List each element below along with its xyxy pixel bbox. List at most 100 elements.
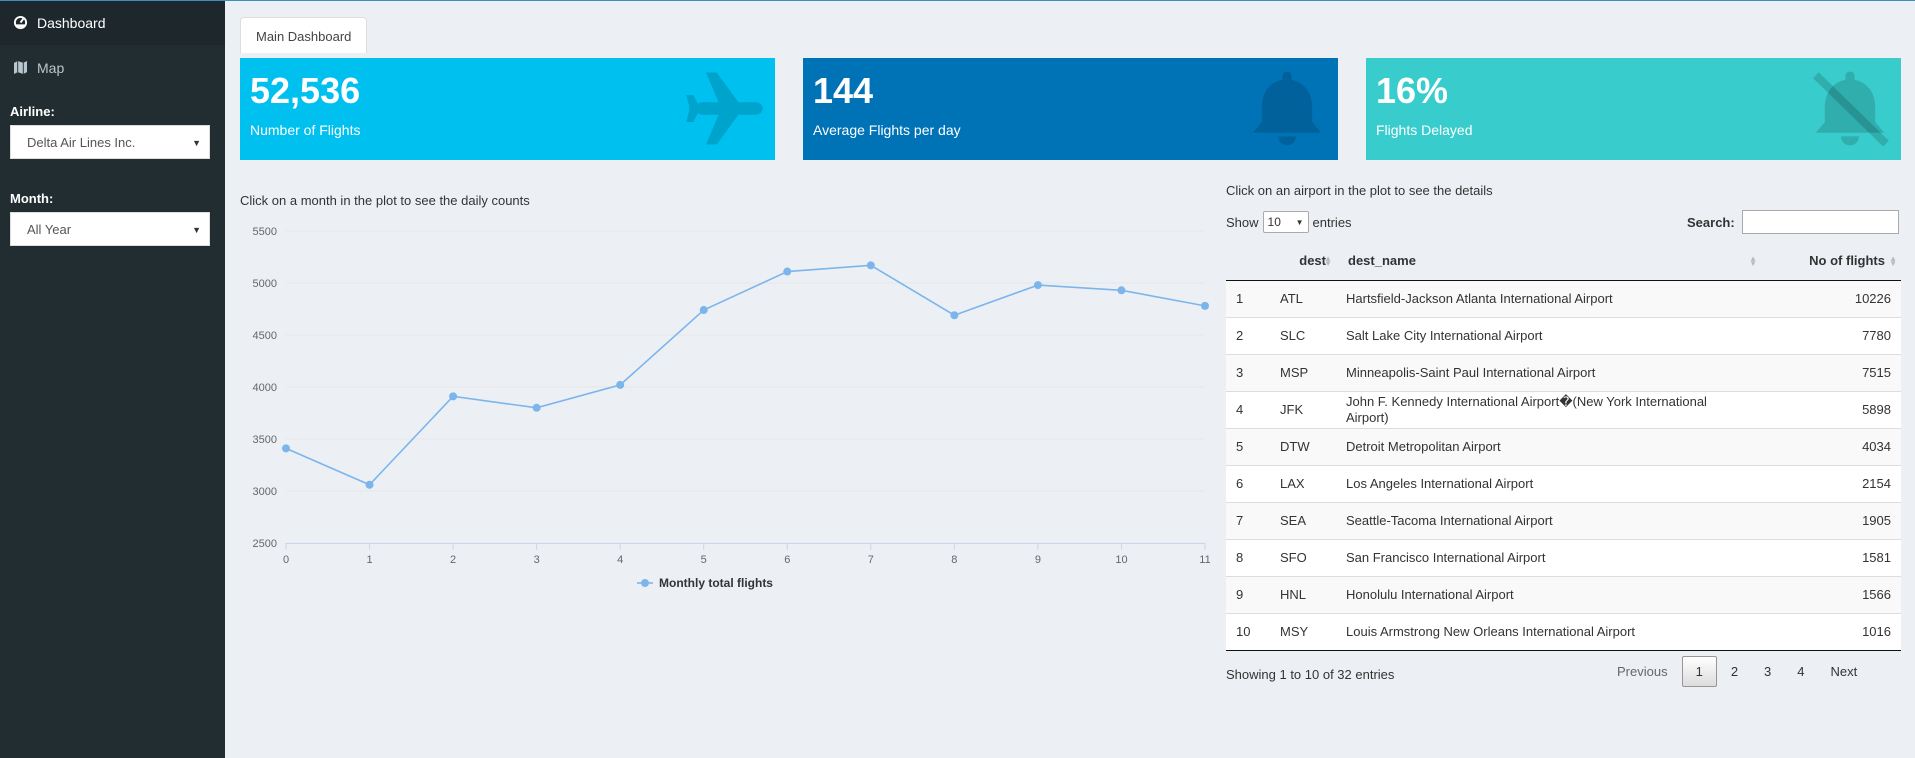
dashboard-icon <box>12 15 28 31</box>
table-row[interactable]: 1 ATL Hartsfield-Jackson Atlanta Internati… <box>1226 279 1901 317</box>
table-row[interactable]: 6 LAX Los Angeles International Airport 215… <box>1226 464 1901 502</box>
x-tick-label: 5 <box>701 554 707 566</box>
value-box-avg-per-day: 144 Average Flights per day <box>803 58 1338 160</box>
data-point[interactable] <box>783 267 792 276</box>
x-tick-label: 2 <box>450 554 456 566</box>
cell-dest: SFO <box>1270 538 1336 576</box>
table-row[interactable]: 10 MSY Louis Armstrong New Orleans Interna… <box>1226 612 1901 651</box>
y-tick-label: 4000 <box>253 382 277 394</box>
cell-dest-name: Hartsfield-Jackson Atlanta International… <box>1336 279 1761 317</box>
show-label: Show <box>1226 214 1259 230</box>
search-input[interactable] <box>1741 210 1899 234</box>
value-box-delayed: 16% Flights Delayed <box>1366 58 1901 160</box>
value-box-value: 52,536 <box>250 70 361 111</box>
table-info: Showing 1 to 10 of 32 entries <box>1226 667 1395 682</box>
y-tick-label: 3500 <box>253 434 277 446</box>
x-tick-label: 0 <box>283 554 289 566</box>
cell-no-of-flights: 4034 <box>1761 427 1901 465</box>
legend-label: Monthly total flights <box>659 576 773 590</box>
value-box-subtitle: Flights Delayed <box>1376 122 1473 138</box>
top-border <box>0 0 1915 1</box>
column-header-dest[interactable]: dest ▲ ▼ <box>1270 242 1336 281</box>
cell-index: 8 <box>1226 538 1270 576</box>
value-box-subtitle: Average Flights per day <box>813 122 961 138</box>
page-button-4[interactable]: 4 <box>1785 656 1816 687</box>
bell-icon <box>1252 71 1322 146</box>
page-button-3[interactable]: 3 <box>1752 656 1783 687</box>
x-tick-label: 1 <box>366 554 372 566</box>
cell-dest: MSP <box>1270 353 1336 391</box>
value-box-flights: 52,536 Number of Flights <box>240 58 775 160</box>
airline-label: Airline: <box>10 104 55 119</box>
previous-page-button[interactable]: Previous <box>1605 656 1680 687</box>
cell-no-of-flights: 5898 <box>1761 390 1901 428</box>
data-point[interactable] <box>449 392 458 401</box>
data-point[interactable] <box>1117 286 1126 295</box>
caret-down-icon: ▼ <box>192 138 201 148</box>
value-box-value: 144 <box>813 70 874 111</box>
cell-no-of-flights: 1905 <box>1761 501 1901 539</box>
y-tick-label: 5000 <box>253 278 277 290</box>
value-box-subtitle: Number of Flights <box>250 122 361 138</box>
data-point[interactable] <box>282 444 290 453</box>
data-point[interactable] <box>532 403 541 412</box>
x-tick-label: 9 <box>1035 554 1041 566</box>
tab-main-dashboard[interactable]: Main Dashboard <box>240 17 368 53</box>
cell-dest: SEA <box>1270 501 1336 539</box>
month-select[interactable]: All Year ▼ <box>10 212 210 246</box>
data-point[interactable] <box>616 380 625 389</box>
legend-marker <box>641 579 649 587</box>
next-page-button[interactable]: Next <box>1819 656 1870 687</box>
sidebar-item-dashboard[interactable]: Dashboard <box>0 0 225 45</box>
cell-no-of-flights: 1581 <box>1761 538 1901 576</box>
cell-dest-name: Salt Lake City International Airport <box>1336 316 1761 354</box>
series-line <box>285 264 1206 486</box>
table-row[interactable]: 2 SLC Salt Lake City International Airport… <box>1226 316 1901 354</box>
page-length-select[interactable]: 10 ▼ <box>1262 211 1309 233</box>
sort-icon: ▲ ▼ <box>1324 254 1332 268</box>
table-row[interactable]: 4 JFK John F. Kennedy International Airpor… <box>1226 390 1901 428</box>
data-point[interactable] <box>1201 301 1209 310</box>
monthly-flights-chart[interactable]: 2500 3000 3500 4000 4500 5000 5500 0 1 2 3 4 5 6 7 8 9 10… <box>240 216 1210 611</box>
cell-dest-name: San Francisco International Airport <box>1336 538 1761 576</box>
data-point[interactable] <box>950 311 959 320</box>
cell-no-of-flights: 1566 <box>1761 575 1901 613</box>
table-row[interactable]: 9 HNL Honolulu International Airport 1566 <box>1226 575 1901 613</box>
cell-dest-name: Seattle-Tacoma International Airport <box>1336 501 1761 539</box>
plot-caption: Click on a month in the plot to see the … <box>240 193 530 208</box>
column-header-dest-name[interactable]: dest_name ▲ ▼ <box>1336 242 1761 281</box>
page-button-1[interactable]: 1 <box>1681 656 1717 687</box>
x-tick-label: 7 <box>868 554 874 566</box>
data-point[interactable] <box>365 480 374 489</box>
sidebar-item-label: Dashboard <box>37 14 106 31</box>
sort-icon: ▲ ▼ <box>1889 254 1897 268</box>
search-control: Search: <box>1687 210 1899 234</box>
table-row[interactable]: 5 DTW Detroit Metropolitan Airport 4034 <box>1226 427 1901 465</box>
airline-select[interactable]: Delta Air Lines Inc. ▼ <box>10 125 210 159</box>
page-button-2[interactable]: 2 <box>1719 656 1750 687</box>
tab-bar: Main Dashboard <box>240 17 368 53</box>
y-tick-label: 5500 <box>253 226 277 238</box>
table-caption: Click on an airport in the plot to see t… <box>1226 183 1493 198</box>
y-tick-label: 2500 <box>253 538 277 550</box>
cell-index: 3 <box>1226 353 1270 391</box>
data-point[interactable] <box>699 306 708 315</box>
cell-no-of-flights: 7780 <box>1761 316 1901 354</box>
cell-dest: MSY <box>1270 612 1336 651</box>
data-point[interactable] <box>866 261 875 270</box>
entries-label: entries <box>1312 214 1352 230</box>
cell-no-of-flights: 10226 <box>1761 279 1901 317</box>
airline-select-value: Delta Air Lines Inc. <box>27 135 136 150</box>
data-point[interactable] <box>1033 281 1042 290</box>
cell-index: 6 <box>1226 464 1270 502</box>
column-header-no-of-flights[interactable]: No of flights ▲ ▼ <box>1761 242 1901 281</box>
table-row[interactable]: 7 SEA Seattle-Tacoma International Airport… <box>1226 501 1901 539</box>
sidebar-item-map[interactable]: Map <box>0 45 225 90</box>
column-header-index[interactable] <box>1226 242 1270 281</box>
page-length-value: 10 <box>1267 215 1281 229</box>
table-row[interactable]: 8 SFO San Francisco International Airport 1… <box>1226 538 1901 576</box>
x-tick-label: 8 <box>951 554 957 566</box>
table-row[interactable]: 3 MSP Minneapolis-Saint Paul International… <box>1226 353 1901 391</box>
cell-dest: LAX <box>1270 464 1336 502</box>
month-select-value: All Year <box>27 222 72 237</box>
